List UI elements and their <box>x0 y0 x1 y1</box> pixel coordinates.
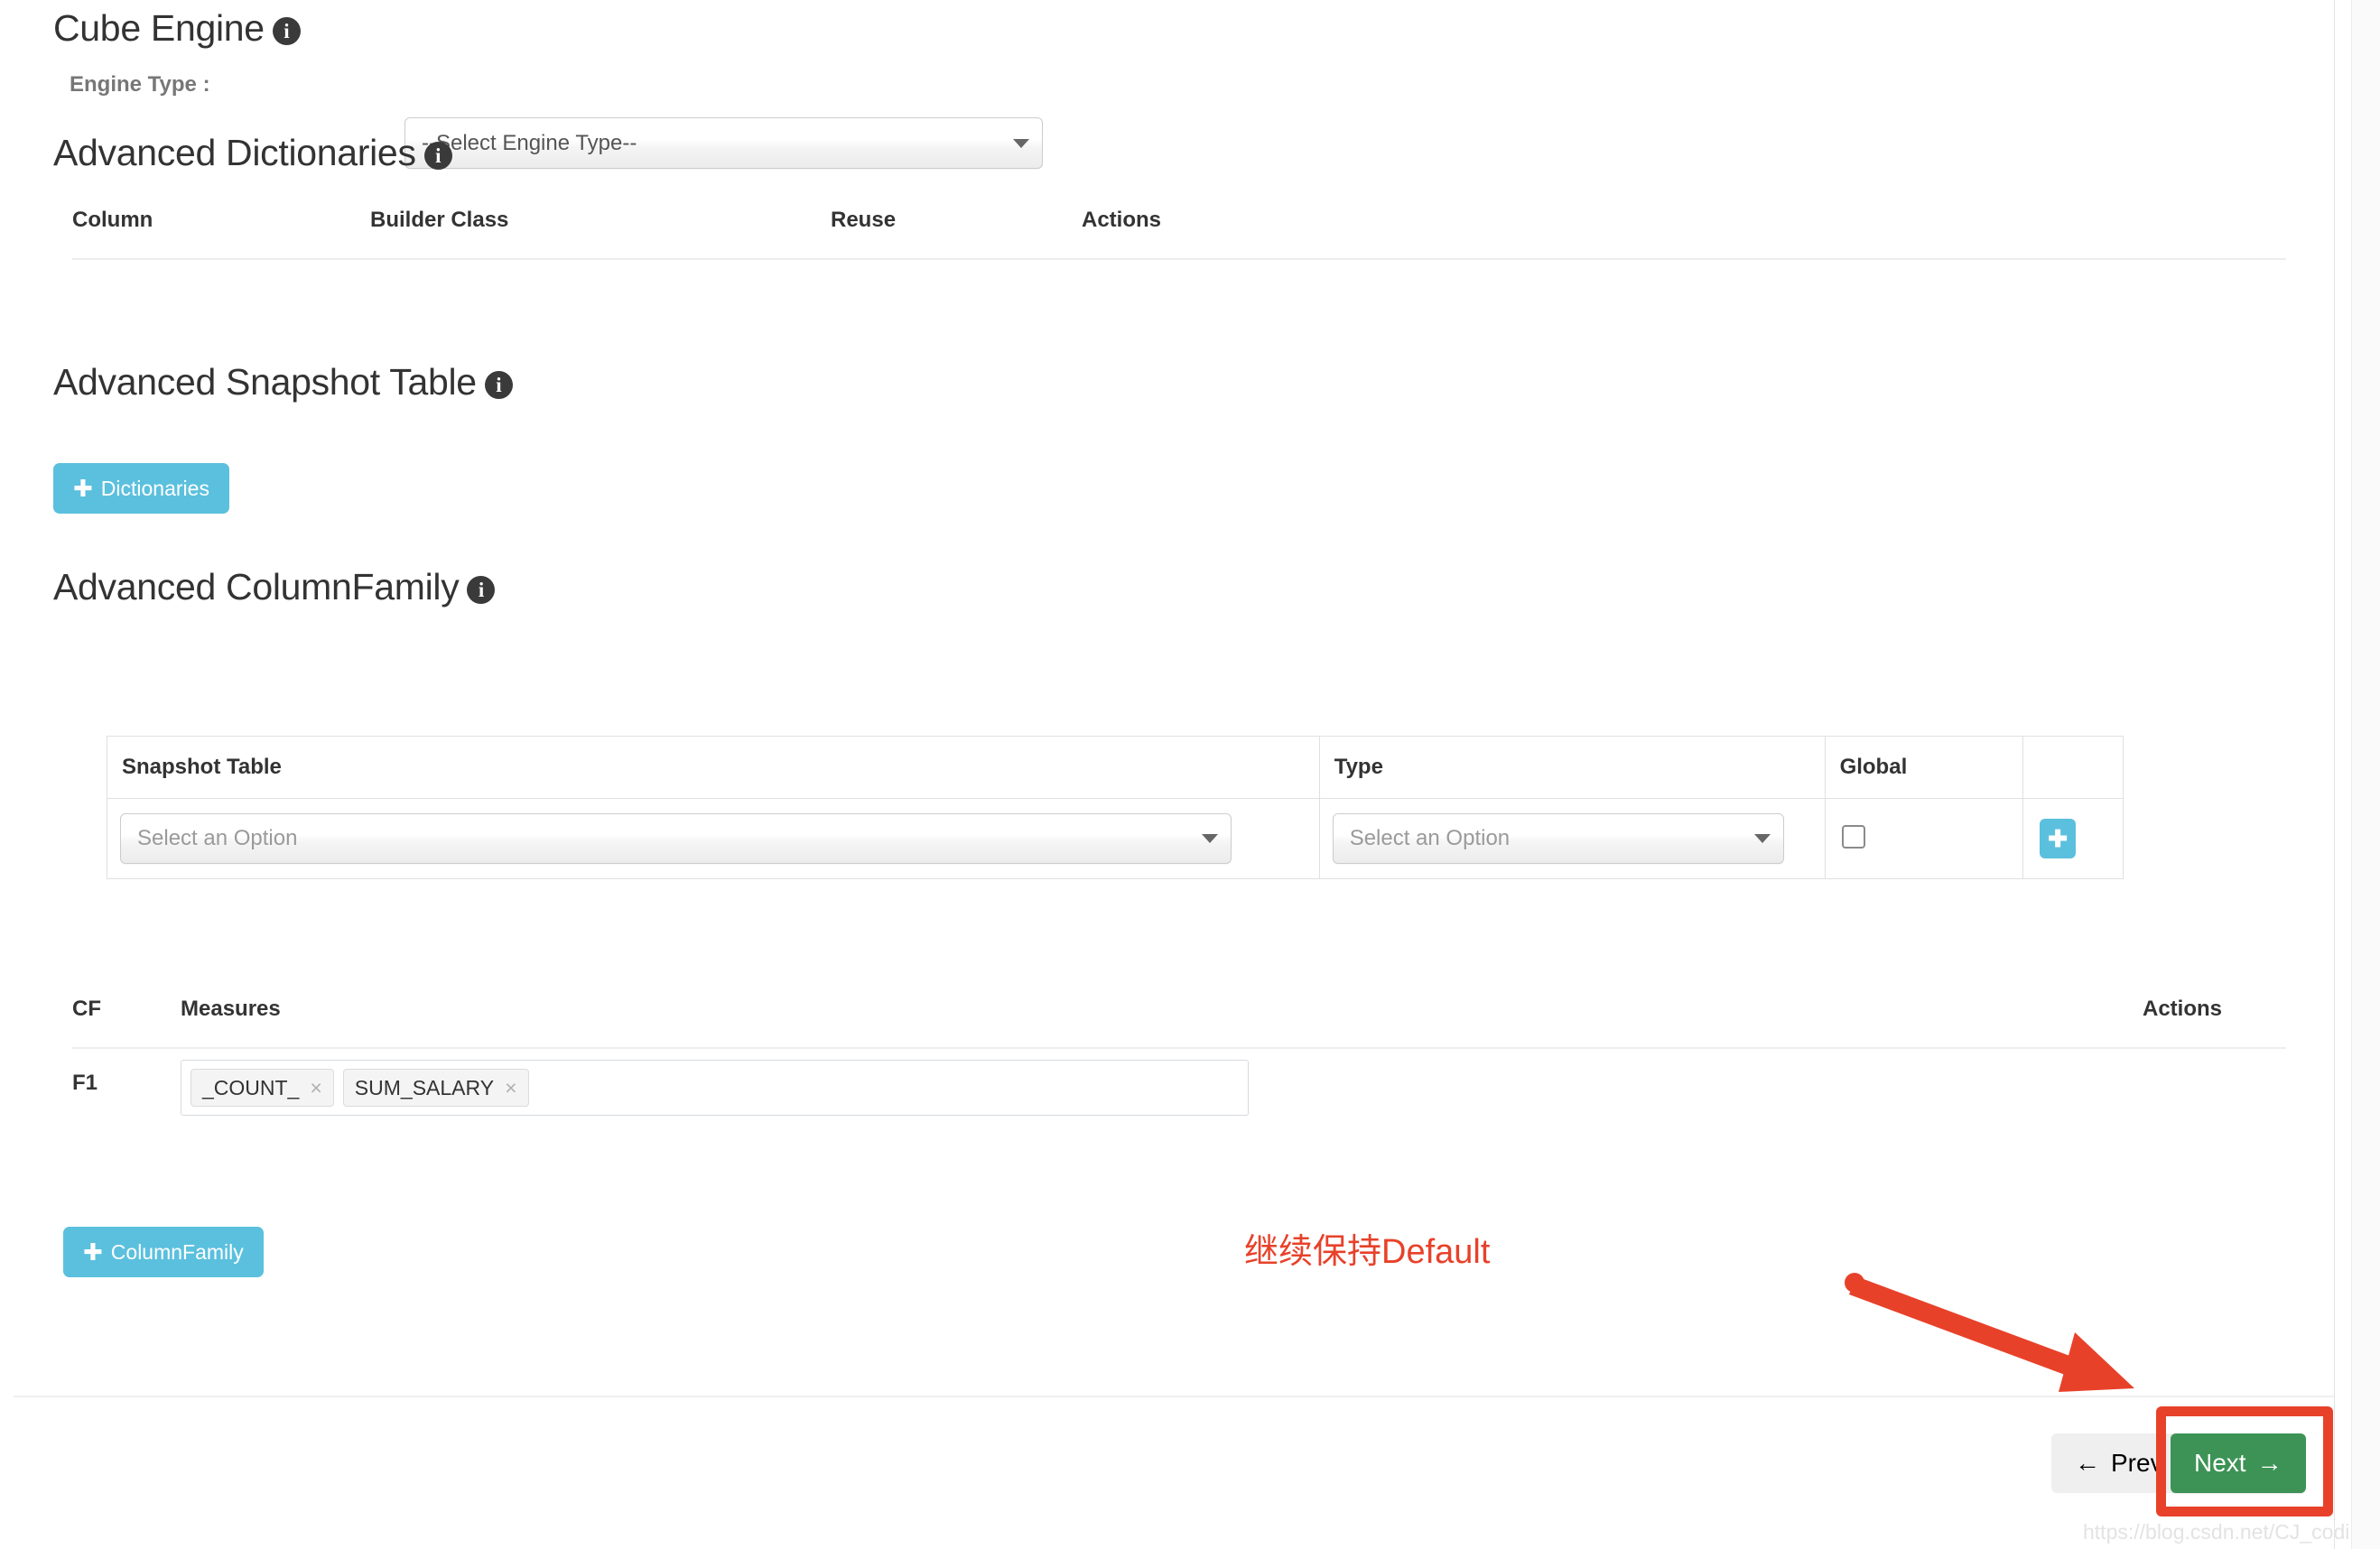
column-header-reuse: Reuse <box>831 208 1082 259</box>
add-dictionaries-label: Dictionaries <box>101 477 209 501</box>
arrow-right-icon: → <box>2257 1451 2282 1476</box>
column-header-actions: Actions <box>2078 997 2286 1048</box>
remove-measure-icon[interactable]: × <box>505 1078 516 1099</box>
snapshot-table-select[interactable]: Select an Option <box>120 813 1232 864</box>
cf-name-cell: F1 <box>72 1048 181 1132</box>
snapshot-type-select-value: Select an Option <box>1350 826 1754 851</box>
measure-chip: SUM_SALARY × <box>343 1069 529 1107</box>
column-header-add <box>2023 737 2124 799</box>
table-row: F1 _COUNT_ × SUM_SALARY × <box>72 1048 2286 1132</box>
vertical-scrollbar[interactable] <box>2351 0 2380 1549</box>
measures-tag-input[interactable]: _COUNT_ × SUM_SALARY × <box>181 1060 1249 1116</box>
columnfamily-actions-cell <box>2078 1048 2286 1132</box>
advanced-snapshot-table: Snapshot Table Type Global Select an Opt… <box>107 736 2124 879</box>
annotation-note-text: 继续保持Default <box>1244 1223 1490 1273</box>
measures-cell: _COUNT_ × SUM_SALARY × <box>181 1048 2078 1132</box>
advanced-dictionaries-heading: Advanced Dictionaries i <box>53 132 452 174</box>
column-header-builder-class: Builder Class <box>370 208 831 259</box>
info-icon[interactable]: i <box>424 142 452 170</box>
measure-chip-label: SUM_SALARY <box>355 1076 494 1100</box>
advanced-snapshot-table-title: Advanced Snapshot Table <box>53 361 477 403</box>
engine-type-select-value: --Select Engine Type-- <box>422 131 1013 156</box>
advanced-columnfamily-table: CF Measures Actions F1 _COUNT_ × <box>72 997 2286 1132</box>
cube-engine-heading: Cube Engine i <box>53 7 301 50</box>
engine-type-select[interactable]: --Select Engine Type-- <box>404 117 1043 169</box>
info-icon[interactable]: i <box>467 576 495 604</box>
advanced-columnfamily-heading: Advanced ColumnFamily i <box>53 566 495 608</box>
snapshot-table-cell: Select an Option <box>107 799 1320 879</box>
advanced-snapshot-table-heading: Advanced Snapshot Table i <box>53 361 513 403</box>
global-checkbox[interactable] <box>1842 825 1865 849</box>
advanced-dictionaries-title: Advanced Dictionaries <box>53 132 416 173</box>
footer-divider <box>14 1396 2334 1397</box>
table-header-row: CF Measures Actions <box>72 997 2286 1048</box>
column-header-actions: Actions <box>1082 208 2286 259</box>
column-header-global: Global <box>1825 737 2023 799</box>
info-icon[interactable]: i <box>273 17 301 45</box>
snapshot-type-select[interactable]: Select an Option <box>1333 813 1784 864</box>
table-row: Select an Option Select an Option <box>107 799 2124 879</box>
column-header-type: Type <box>1319 737 1825 799</box>
cube-engine-title: Cube Engine <box>53 7 265 49</box>
engine-type-label: Engine Type : <box>70 72 210 97</box>
global-cell <box>1825 799 2023 879</box>
table-header-row: Snapshot Table Type Global <box>107 737 2124 799</box>
watermark: https://blog.csdn.net/CJ_codingfish <box>2083 1520 2380 1544</box>
cube-designer-advanced-setting-page: Cube Engine i Engine Type : --Select Engi… <box>0 0 2380 1549</box>
add-snapshot-row-button[interactable]: ✚ <box>2040 819 2076 858</box>
add-dictionaries-button[interactable]: ✚ Dictionaries <box>53 463 229 514</box>
chevron-down-icon <box>1013 139 1029 148</box>
type-cell: Select an Option <box>1319 799 1825 879</box>
column-header-measures: Measures <box>181 997 2078 1048</box>
column-header-column: Column <box>72 208 370 259</box>
prev-button[interactable]: ← Prev <box>2051 1433 2187 1493</box>
measure-chip: _COUNT_ × <box>191 1069 334 1107</box>
advanced-dictionaries-table: Column Builder Class Reuse Actions <box>72 208 2286 260</box>
column-header-cf: CF <box>72 997 181 1048</box>
next-button[interactable]: Next → <box>2171 1433 2306 1493</box>
info-icon[interactable]: i <box>485 371 513 399</box>
prev-button-label: Prev <box>2111 1449 2163 1478</box>
plus-icon: ✚ <box>83 1240 103 1264</box>
table-header-row: Column Builder Class Reuse Actions <box>72 208 2286 259</box>
add-columnfamily-button[interactable]: ✚ ColumnFamily <box>63 1227 264 1277</box>
next-button-label: Next <box>2194 1449 2246 1478</box>
plus-icon: ✚ <box>73 477 93 500</box>
plus-icon: ✚ <box>2048 827 2068 850</box>
chevron-down-icon <box>1202 834 1218 843</box>
remove-measure-icon[interactable]: × <box>310 1078 321 1099</box>
chevron-down-icon <box>1754 834 1771 843</box>
add-columnfamily-label: ColumnFamily <box>111 1240 244 1265</box>
page-content: Cube Engine i Engine Type : --Select Engi… <box>0 0 2334 1549</box>
panel-right-border <box>2334 0 2335 1549</box>
measure-chip-label: _COUNT_ <box>202 1076 299 1100</box>
snapshot-table-select-value: Select an Option <box>137 826 1202 851</box>
column-header-snapshot-table: Snapshot Table <box>107 737 1320 799</box>
arrow-left-icon: ← <box>2075 1451 2100 1476</box>
add-snapshot-cell: ✚ <box>2023 799 2124 879</box>
advanced-columnfamily-title: Advanced ColumnFamily <box>53 566 459 608</box>
